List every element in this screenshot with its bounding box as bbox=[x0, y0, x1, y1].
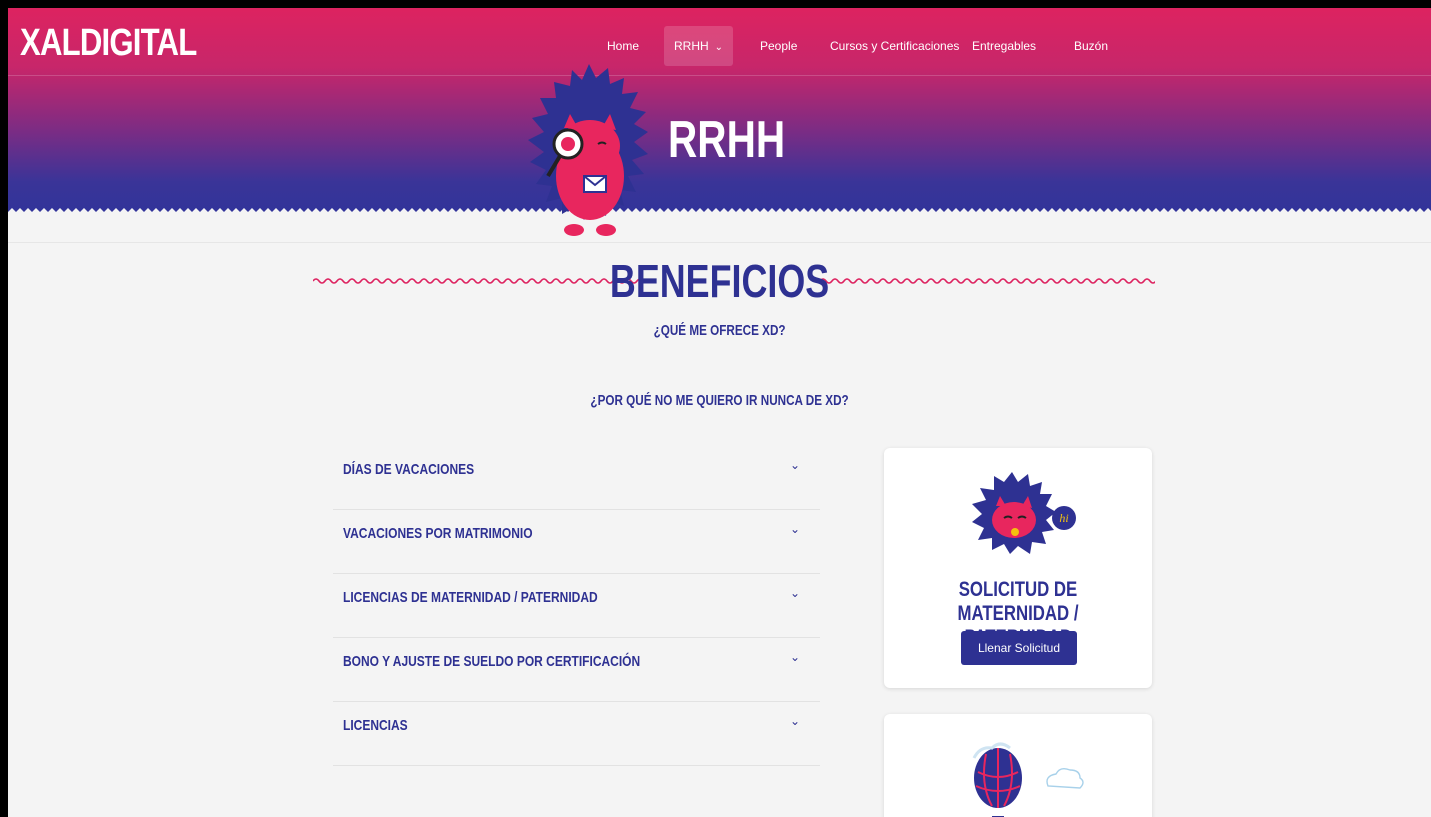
accordion-item-dias-vacaciones[interactable]: DÍAS DE VACACIONES ⌄ bbox=[333, 446, 820, 510]
chevron-down-icon: ⌄ bbox=[789, 458, 800, 472]
hot-air-balloon-icon bbox=[972, 742, 1084, 817]
chevron-down-icon: ⌄ bbox=[789, 522, 800, 536]
nav-item-people[interactable]: People bbox=[760, 26, 797, 66]
nav-item-entregables[interactable]: Entregables bbox=[972, 26, 1036, 66]
hedgehog-baby-icon: hi bbox=[972, 472, 1076, 554]
chevron-down-icon: ⌄ bbox=[789, 650, 800, 664]
accordion-item-label: DÍAS DE VACACIONES bbox=[343, 461, 475, 478]
nav-divider bbox=[8, 75, 1431, 76]
secondary-card bbox=[884, 714, 1152, 817]
maternity-request-card: hi SOLICITUD DE MATERNIDAD / PATERNIDAD … bbox=[884, 448, 1152, 688]
site-logo[interactable]: XALDIGITAL bbox=[20, 22, 197, 65]
chevron-down-icon: ⌄ bbox=[789, 714, 800, 728]
nav-item-label: Entregables bbox=[972, 39, 1037, 53]
accordion-item-licencias[interactable]: LICENCIAS ⌄ bbox=[333, 702, 820, 766]
nav-item-label: Buzón bbox=[1074, 39, 1109, 53]
accordion-item-label: BONO Y AJUSTE DE SUELDO POR CERTIFICACIÓ… bbox=[343, 653, 641, 670]
chevron-down-icon: ⌄ bbox=[714, 42, 724, 53]
nav-item-home[interactable]: Home bbox=[607, 26, 639, 66]
accordion-item-bono-certificacion[interactable]: BONO Y AJUSTE DE SUELDO POR CERTIFICACIÓ… bbox=[333, 638, 820, 702]
fill-request-button[interactable]: Llenar Solicitud bbox=[961, 631, 1077, 665]
accordion-item-label: LICENCIAS bbox=[343, 717, 408, 734]
hero-zigzag-edge bbox=[8, 208, 1431, 220]
benefits-question-1: ¿QUÉ ME OFRECE XD? bbox=[8, 322, 1431, 339]
speech-bubble-text: hi bbox=[1059, 511, 1068, 525]
benefits-title: BENEFICIOS bbox=[8, 254, 1431, 308]
nav-item-cursos[interactable]: Cursos y Certificaciones bbox=[830, 26, 959, 66]
card-title-line-1: SOLICITUD DE MATERNIDAD / bbox=[957, 578, 1079, 625]
nav-item-label: Cursos y Certificaciones bbox=[830, 39, 960, 53]
nav-item-label: RRHH bbox=[674, 39, 709, 53]
benefits-question-2: ¿POR QUÉ NO ME QUIERO IR NUNCA DE XD? bbox=[8, 392, 1431, 409]
nav-item-label: Home bbox=[607, 39, 640, 53]
page-title: RRHH bbox=[668, 111, 786, 169]
nav-item-rrhh[interactable]: RRHH ⌄ bbox=[664, 26, 734, 66]
header-hero: XALDIGITAL Home RRHH ⌄ People Cursos y Ce… bbox=[8, 8, 1431, 220]
accordion-item-label: VACACIONES POR MATRIMONIO bbox=[343, 525, 533, 542]
accordion-item-vacaciones-matrimonio[interactable]: VACACIONES POR MATRIMONIO ⌄ bbox=[333, 510, 820, 574]
hedgehog-detective-icon bbox=[528, 64, 648, 236]
accordion-item-licencias-maternidad[interactable]: LICENCIAS DE MATERNIDAD / PATERNIDAD ⌄ bbox=[333, 574, 820, 638]
nav-item-label: People bbox=[760, 39, 798, 53]
accordion-item-label: LICENCIAS DE MATERNIDAD / PATERNIDAD bbox=[343, 589, 598, 606]
benefits-title-text: BENEFICIOS bbox=[609, 255, 830, 307]
section-divider bbox=[8, 242, 1431, 243]
benefits-question-2-text: ¿POR QUÉ NO ME QUIERO IR NUNCA DE XD? bbox=[590, 392, 849, 409]
chevron-down-icon: ⌄ bbox=[789, 586, 800, 600]
browser-viewport: XALDIGITAL Home RRHH ⌄ People Cursos y Ce… bbox=[8, 8, 1431, 817]
benefits-accordion: DÍAS DE VACACIONES ⌄ VACACIONES POR MATR… bbox=[333, 446, 820, 766]
nav-item-buzon[interactable]: Buzón bbox=[1074, 26, 1108, 66]
benefits-question-1-text: ¿QUÉ ME OFRECE XD? bbox=[653, 322, 786, 339]
